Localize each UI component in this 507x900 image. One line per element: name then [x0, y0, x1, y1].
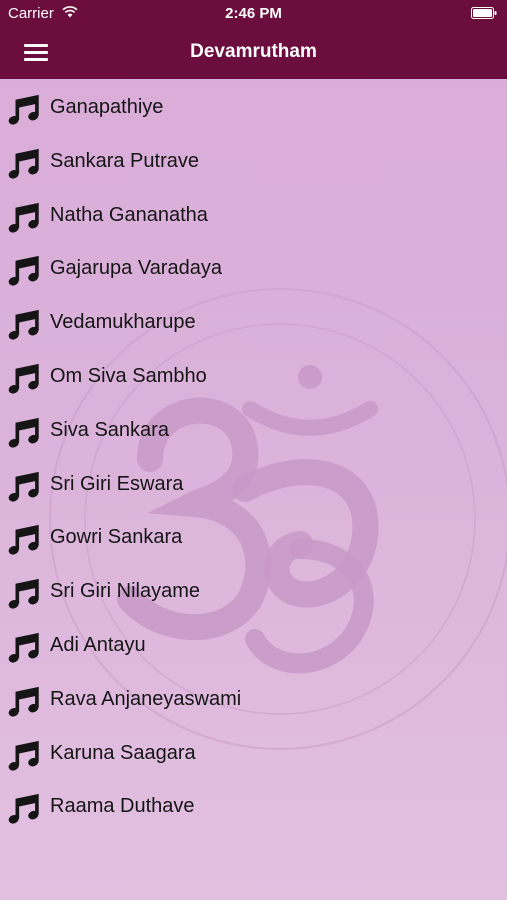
- status-bar: Carrier 2:46 PM: [0, 0, 507, 28]
- music-note-icon: [8, 632, 39, 663]
- song-title: Adi Antayu: [50, 633, 146, 656]
- navigation-bar: Devamrutham: [0, 28, 507, 79]
- music-note-icon: [8, 94, 39, 125]
- song-title: Karuna Saagara: [50, 741, 196, 764]
- song-list-item[interactable]: Ganapathiye: [0, 81, 507, 135]
- song-list-item[interactable]: Adi Antayu: [0, 619, 507, 673]
- song-title: Om Siva Sambho: [50, 364, 207, 387]
- song-list-item[interactable]: Sri Giri Eswara: [0, 458, 507, 512]
- song-title: Vedamukharupe: [50, 311, 196, 334]
- song-list-item[interactable]: Sri Giri Nilayame: [0, 565, 507, 619]
- music-note-icon: [8, 525, 39, 555]
- music-note-icon: [8, 686, 39, 717]
- song-list: Ganapathiye Sankara Putrave Natha Ganana…: [0, 81, 507, 834]
- song-list-item[interactable]: Karuna Saagara: [0, 727, 507, 781]
- music-note-icon: [8, 740, 39, 771]
- song-title: Sankara Putrave: [50, 149, 199, 172]
- song-title: Siva Sankara: [50, 418, 169, 441]
- song-title: Sri Giri Eswara: [50, 472, 184, 495]
- song-title: Natha Gananatha: [50, 203, 208, 226]
- music-note-icon: [8, 256, 39, 286]
- song-list-item[interactable]: Rava Anjaneyaswami: [0, 673, 507, 727]
- song-title: Rava Anjaneyaswami: [50, 687, 242, 710]
- page-title: Devamrutham: [190, 41, 317, 62]
- music-note-icon: [8, 579, 39, 609]
- music-note-icon: [8, 417, 39, 448]
- music-note-icon: [8, 310, 39, 340]
- song-title: Sri Giri Nilayame: [50, 580, 201, 603]
- song-title: Gajarupa Varadaya: [50, 257, 222, 280]
- song-list-item[interactable]: Om Siva Sambho: [0, 350, 507, 404]
- music-note-icon: [8, 471, 39, 502]
- song-title: Raama Duthave: [50, 795, 195, 818]
- song-list-item[interactable]: Gajarupa Varadaya: [0, 242, 507, 296]
- music-note-icon: [8, 202, 39, 233]
- song-title: Ganapathiye: [50, 96, 164, 118]
- music-note-icon: [8, 148, 39, 179]
- song-list-item[interactable]: Siva Sankara: [0, 404, 507, 458]
- song-list-item[interactable]: Raama Duthave: [0, 780, 507, 834]
- music-note-icon: [8, 363, 39, 394]
- header-bar: Carrier 2:46 PM Devamrutham: [0, 0, 507, 79]
- status-time: 2:46 PM: [225, 5, 282, 22]
- song-list-item[interactable]: Gowri Sankara: [0, 511, 507, 565]
- app-screen: Carrier 2:46 PM Devamrutham Ganapathiye …: [0, 0, 507, 900]
- battery-icon: [471, 7, 497, 19]
- song-list-item[interactable]: Sankara Putrave: [0, 135, 507, 189]
- song-list-item[interactable]: Vedamukharupe: [0, 296, 507, 350]
- music-note-icon: [8, 794, 39, 824]
- song-title: Gowri Sankara: [50, 526, 183, 549]
- song-list-item[interactable]: Natha Gananatha: [0, 189, 507, 243]
